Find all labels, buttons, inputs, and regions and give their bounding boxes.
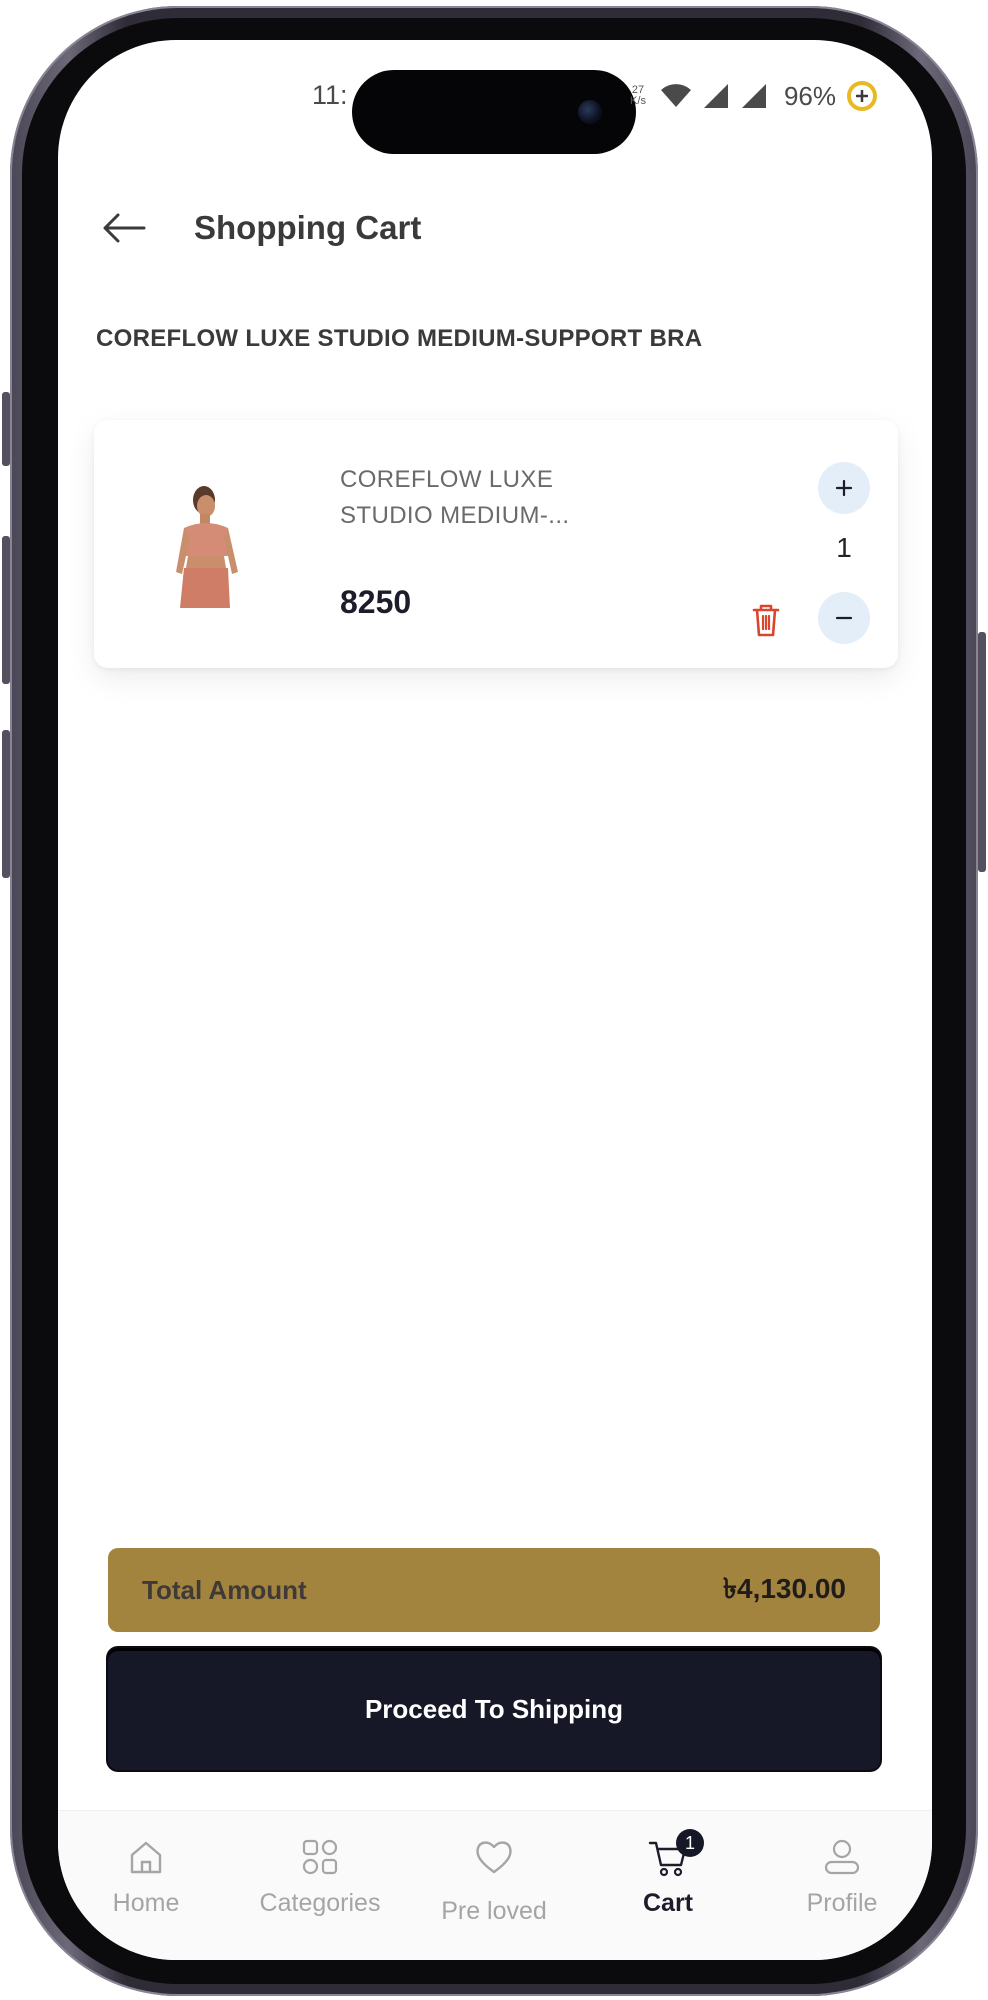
product-thumbnail[interactable]	[166, 476, 250, 608]
side-button-power	[978, 632, 986, 872]
trash-icon	[752, 604, 780, 637]
signal-icon	[703, 84, 728, 108]
side-button-volume-down	[2, 730, 10, 878]
total-amount-value: ৳4,130.00	[723, 1572, 846, 1604]
product-heading: COREFLOW LUXE STUDIO MEDIUM-SUPPORT BRA	[96, 325, 703, 352]
proceed-to-shipping-button[interactable]: Proceed To Shipping	[108, 1648, 880, 1770]
cart-item-price: 8250	[340, 584, 412, 620]
front-camera	[578, 100, 602, 124]
increase-quantity-button[interactable]	[818, 462, 870, 514]
nav-item-categories[interactable]: Categories	[250, 1835, 390, 1918]
delete-item-button[interactable]	[746, 600, 786, 640]
minus-icon	[835, 616, 853, 620]
quantity-value: 1	[836, 532, 852, 563]
total-amount-label: Total Amount	[142, 1574, 307, 1605]
nav-label-cart: Cart	[642, 1889, 693, 1917]
plus-icon	[835, 479, 853, 497]
heart-icon	[476, 1841, 512, 1874]
status-indicators: 27 K/s 96%	[630, 80, 878, 112]
cart-item-card: COREFLOW LUXE STUDIO MEDIUM-... 8250 1	[94, 420, 898, 668]
cart-item-name: COREFLOW LUXE STUDIO MEDIUM-...	[340, 466, 570, 529]
decrease-quantity-button[interactable]	[818, 592, 870, 644]
nav-item-profile[interactable]: Profile	[772, 1835, 912, 1918]
network-speed-unit: K/s	[630, 95, 646, 107]
arrow-left-icon	[103, 213, 146, 243]
nav-label-home: Home	[112, 1889, 180, 1917]
app-screen: 11: 27 K/s 96% Shopping Cart COREFLOW LU…	[58, 40, 932, 1960]
nav-label-categories: Categories	[259, 1889, 381, 1917]
back-button[interactable]	[94, 198, 154, 258]
page-title: Shopping Cart	[194, 209, 422, 246]
user-icon	[824, 1839, 860, 1875]
dynamic-island	[352, 70, 636, 154]
signal-icon-secondary	[741, 84, 766, 108]
bottom-navigation: Home Categories Pre loved 1 Cart Profile	[58, 1810, 932, 1960]
status-time: 11:	[312, 80, 348, 110]
grid-icon	[302, 1839, 338, 1875]
total-amount-bar: Total Amount ৳4,130.00	[108, 1548, 880, 1632]
side-button-volume-up	[2, 536, 10, 684]
side-button-action	[2, 392, 10, 466]
cart-count-badge: 1	[676, 1829, 704, 1857]
nav-item-home[interactable]: Home	[76, 1835, 216, 1918]
home-icon	[130, 1841, 162, 1874]
network-speed: 27 K/s	[630, 85, 646, 107]
battery-percent: 96%	[783, 80, 836, 111]
nav-label-profile: Profile	[806, 1889, 878, 1917]
battery-saver-icon	[847, 81, 877, 111]
nav-item-pre-loved[interactable]: Pre loved	[424, 1835, 564, 1926]
wifi-icon	[660, 84, 691, 107]
nav-item-cart[interactable]: 1 Cart	[598, 1829, 738, 1918]
nav-label-pre-loved: Pre loved	[441, 1897, 547, 1925]
app-header: Shopping Cart	[94, 198, 421, 258]
